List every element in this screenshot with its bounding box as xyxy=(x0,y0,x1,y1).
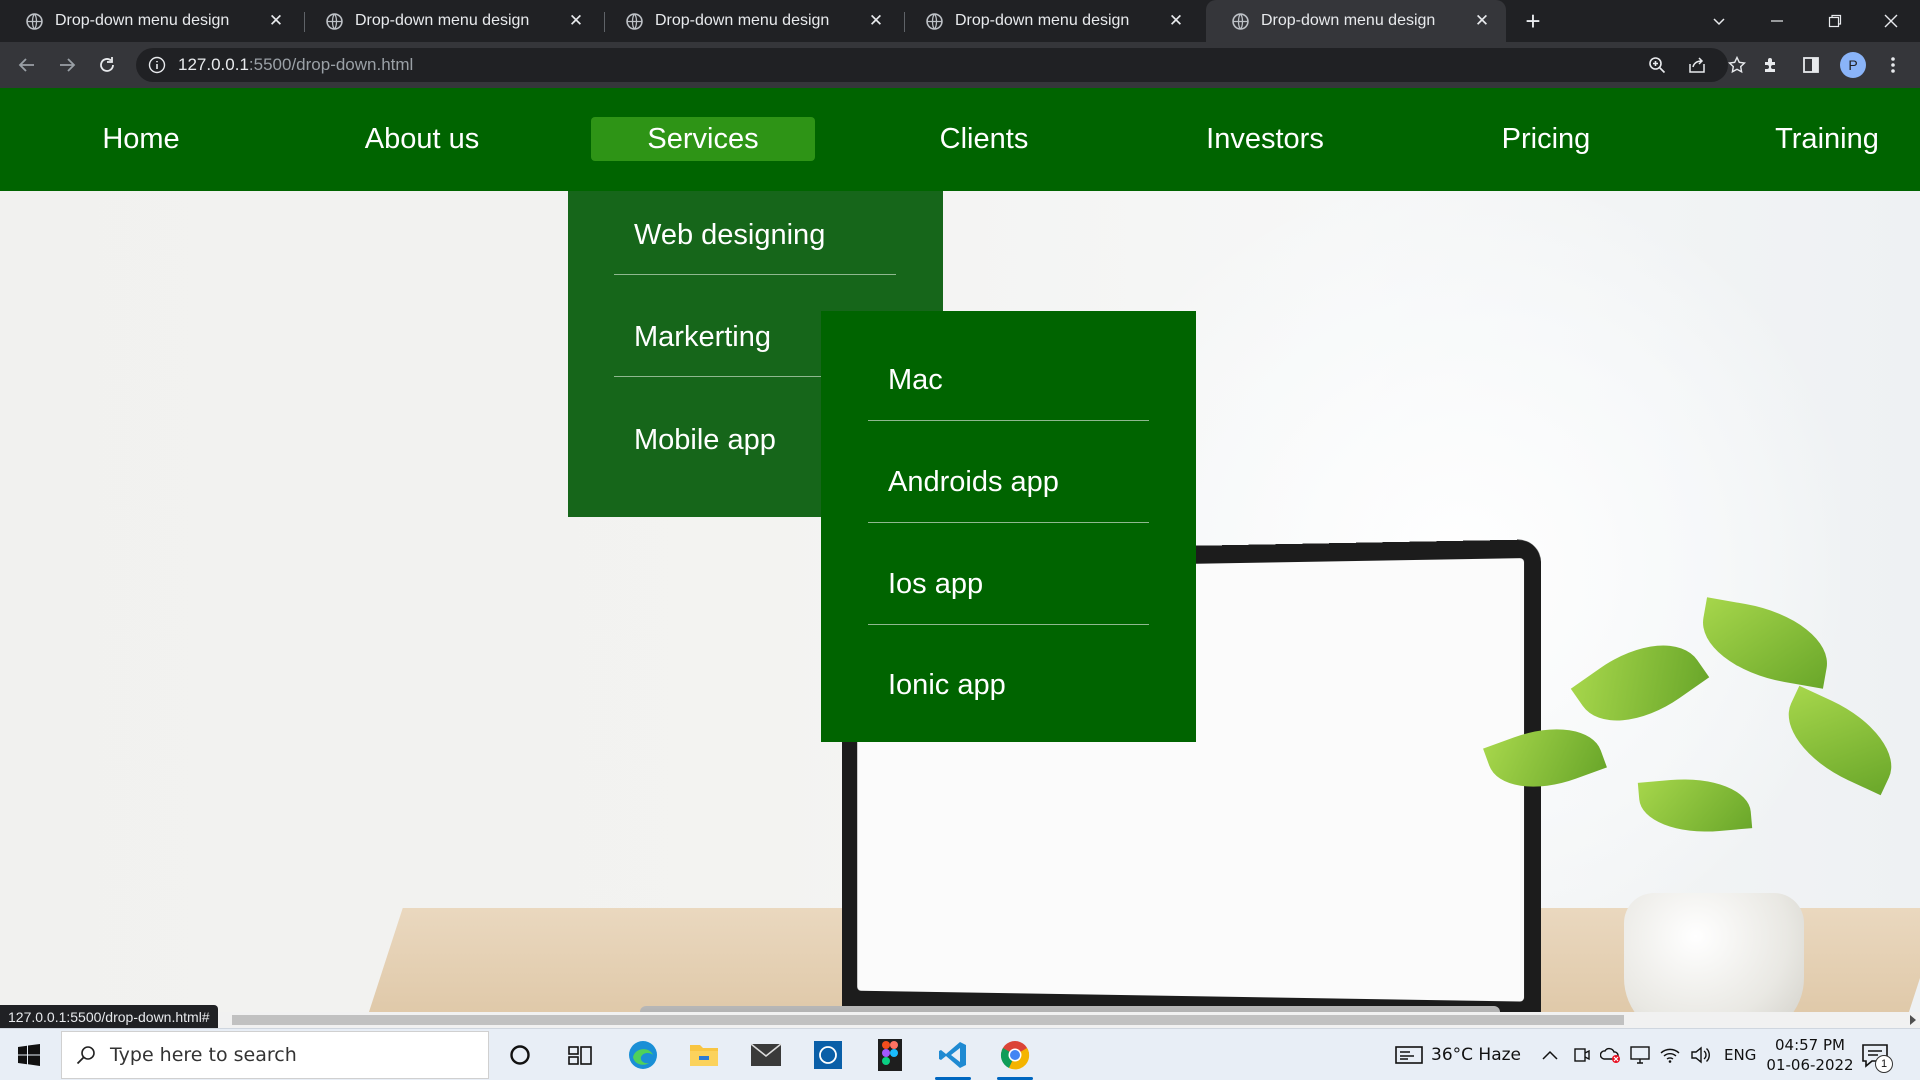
dell-icon[interactable] xyxy=(798,1029,858,1080)
profile-avatar[interactable]: P xyxy=(1839,51,1867,79)
search-icon xyxy=(76,1046,95,1065)
tab-title: Drop-down menu design xyxy=(355,12,530,29)
file-explorer-icon[interactable] xyxy=(674,1029,734,1080)
start-button[interactable] xyxy=(0,1029,58,1080)
reload-icon[interactable] xyxy=(93,51,121,79)
tab-search-icon[interactable] xyxy=(1690,0,1748,42)
scrollbar-thumb[interactable] xyxy=(232,1015,1624,1025)
taskbar-clock[interactable]: 04:57 PM 01-06-2022 xyxy=(1765,1035,1855,1075)
vscode-icon[interactable] xyxy=(923,1029,983,1080)
horizontal-scrollbar[interactable] xyxy=(0,1012,1920,1028)
close-window-icon[interactable] xyxy=(1862,0,1920,42)
browser-tab[interactable]: Drop-down menu design ✕ xyxy=(900,0,1200,42)
side-panel-icon[interactable] xyxy=(1797,51,1825,79)
tab-close-icon[interactable]: ✕ xyxy=(866,11,886,31)
page-viewport: Home About us Services Clients Investors… xyxy=(0,88,1920,1026)
submenu-item-ionic-app[interactable]: Ionic app xyxy=(868,645,1149,725)
browser-tab[interactable]: Drop-down menu design ✕ xyxy=(600,0,900,42)
nav-services[interactable]: Services xyxy=(591,117,815,161)
globe-icon xyxy=(1232,12,1249,30)
notification-count-badge: 1 xyxy=(1875,1055,1893,1073)
language-indicator[interactable]: ENG xyxy=(1724,1029,1756,1080)
weather-text: 36°C Haze xyxy=(1431,1045,1521,1065)
bookmark-star-icon[interactable] xyxy=(1722,48,1752,82)
link-status-bubble: 127.0.0.1:5500/drop-down.html# xyxy=(0,1005,218,1029)
tab-title: Drop-down menu design xyxy=(1261,12,1436,29)
tab-close-icon[interactable]: ✕ xyxy=(566,11,586,31)
back-icon[interactable] xyxy=(13,51,41,79)
show-hidden-icons-icon[interactable] xyxy=(1542,1029,1558,1080)
nav-investors[interactable]: Investors xyxy=(1153,117,1377,161)
url-host: 127.0.0.1 xyxy=(178,55,249,74)
extensions-icon[interactable] xyxy=(1757,51,1785,79)
zoom-icon[interactable] xyxy=(1642,48,1672,82)
globe-icon xyxy=(26,12,43,30)
forward-icon[interactable] xyxy=(53,51,81,79)
tab-title: Drop-down menu design xyxy=(655,12,830,29)
address-bar[interactable]: 127.0.0.1:5500/drop-down.html xyxy=(136,48,1746,82)
globe-icon xyxy=(626,12,643,30)
tab-close-icon[interactable]: ✕ xyxy=(1166,11,1186,31)
browser-tab[interactable]: Drop-down menu design ✕ xyxy=(0,0,300,42)
tab-title: Drop-down menu design xyxy=(55,12,230,29)
minimize-icon[interactable] xyxy=(1748,0,1806,42)
volume-icon[interactable] xyxy=(1690,1029,1710,1080)
nav-home[interactable]: Home xyxy=(29,117,253,161)
dropdown-item-web-designing[interactable]: Web designing xyxy=(614,197,896,275)
meet-now-icon[interactable] xyxy=(1572,1029,1590,1080)
display-icon[interactable] xyxy=(1630,1029,1650,1080)
mail-icon[interactable] xyxy=(736,1029,796,1080)
figma-icon[interactable] xyxy=(860,1029,920,1080)
nav-training[interactable]: Training xyxy=(1715,117,1920,161)
main-nav: Home About us Services Clients Investors… xyxy=(0,88,1920,191)
menu-kebab-icon[interactable] xyxy=(1879,51,1907,79)
tab-close-icon[interactable]: ✕ xyxy=(1472,11,1492,31)
weather-widget[interactable]: 36°C Haze xyxy=(1395,1029,1521,1080)
submenu-item-mac[interactable]: Mac xyxy=(868,341,1149,421)
weather-icon xyxy=(1395,1046,1423,1064)
wifi-icon[interactable] xyxy=(1660,1029,1680,1080)
cortana-icon[interactable] xyxy=(490,1029,550,1080)
windows-logo-icon xyxy=(18,1044,40,1066)
restore-icon[interactable] xyxy=(1806,0,1864,42)
search-placeholder: Type here to search xyxy=(110,1044,297,1066)
globe-icon xyxy=(926,12,943,30)
browser-tab[interactable]: Drop-down menu design ✕ xyxy=(300,0,600,42)
clock-time: 04:57 PM xyxy=(1775,1036,1845,1054)
avatar: P xyxy=(1840,52,1866,78)
browser-tab-active[interactable]: Drop-down menu design ✕ xyxy=(1206,0,1506,42)
globe-icon xyxy=(326,12,343,30)
submenu-item-androids-app[interactable]: Androids app xyxy=(868,443,1149,523)
submenu-item-ios-app[interactable]: Ios app xyxy=(868,545,1149,625)
taskbar-search[interactable]: Type here to search xyxy=(61,1031,489,1079)
browser-toolbar: 127.0.0.1:5500/drop-down.html P xyxy=(0,42,1920,88)
windows-taskbar: Type here to search 36°C Haze ENG 04:57 … xyxy=(0,1028,1920,1080)
onedrive-error-icon[interactable] xyxy=(1600,1029,1622,1080)
tab-close-icon[interactable]: ✕ xyxy=(266,11,286,31)
task-view-icon[interactable] xyxy=(550,1029,610,1080)
nav-clients[interactable]: Clients xyxy=(872,117,1096,161)
share-icon[interactable] xyxy=(1682,48,1712,82)
url-path: :5500/drop-down.html xyxy=(248,55,414,74)
nav-pricing[interactable]: Pricing xyxy=(1434,117,1658,161)
chrome-icon[interactable] xyxy=(985,1029,1045,1080)
site-info-icon[interactable] xyxy=(148,56,166,74)
scroll-right-icon[interactable] xyxy=(1910,1015,1916,1025)
mobile-app-submenu: Mac Androids app Ios app Ionic app xyxy=(821,311,1196,742)
clock-date: 01-06-2022 xyxy=(1766,1056,1854,1074)
edge-icon[interactable] xyxy=(613,1029,673,1080)
nav-about-us[interactable]: About us xyxy=(310,117,534,161)
tab-title: Drop-down menu design xyxy=(955,12,1130,29)
browser-tab-strip: Drop-down menu design ✕ Drop-down menu d… xyxy=(0,0,1920,42)
background-plant-pot xyxy=(1624,893,1804,1026)
new-tab-button[interactable]: + xyxy=(1519,7,1547,35)
